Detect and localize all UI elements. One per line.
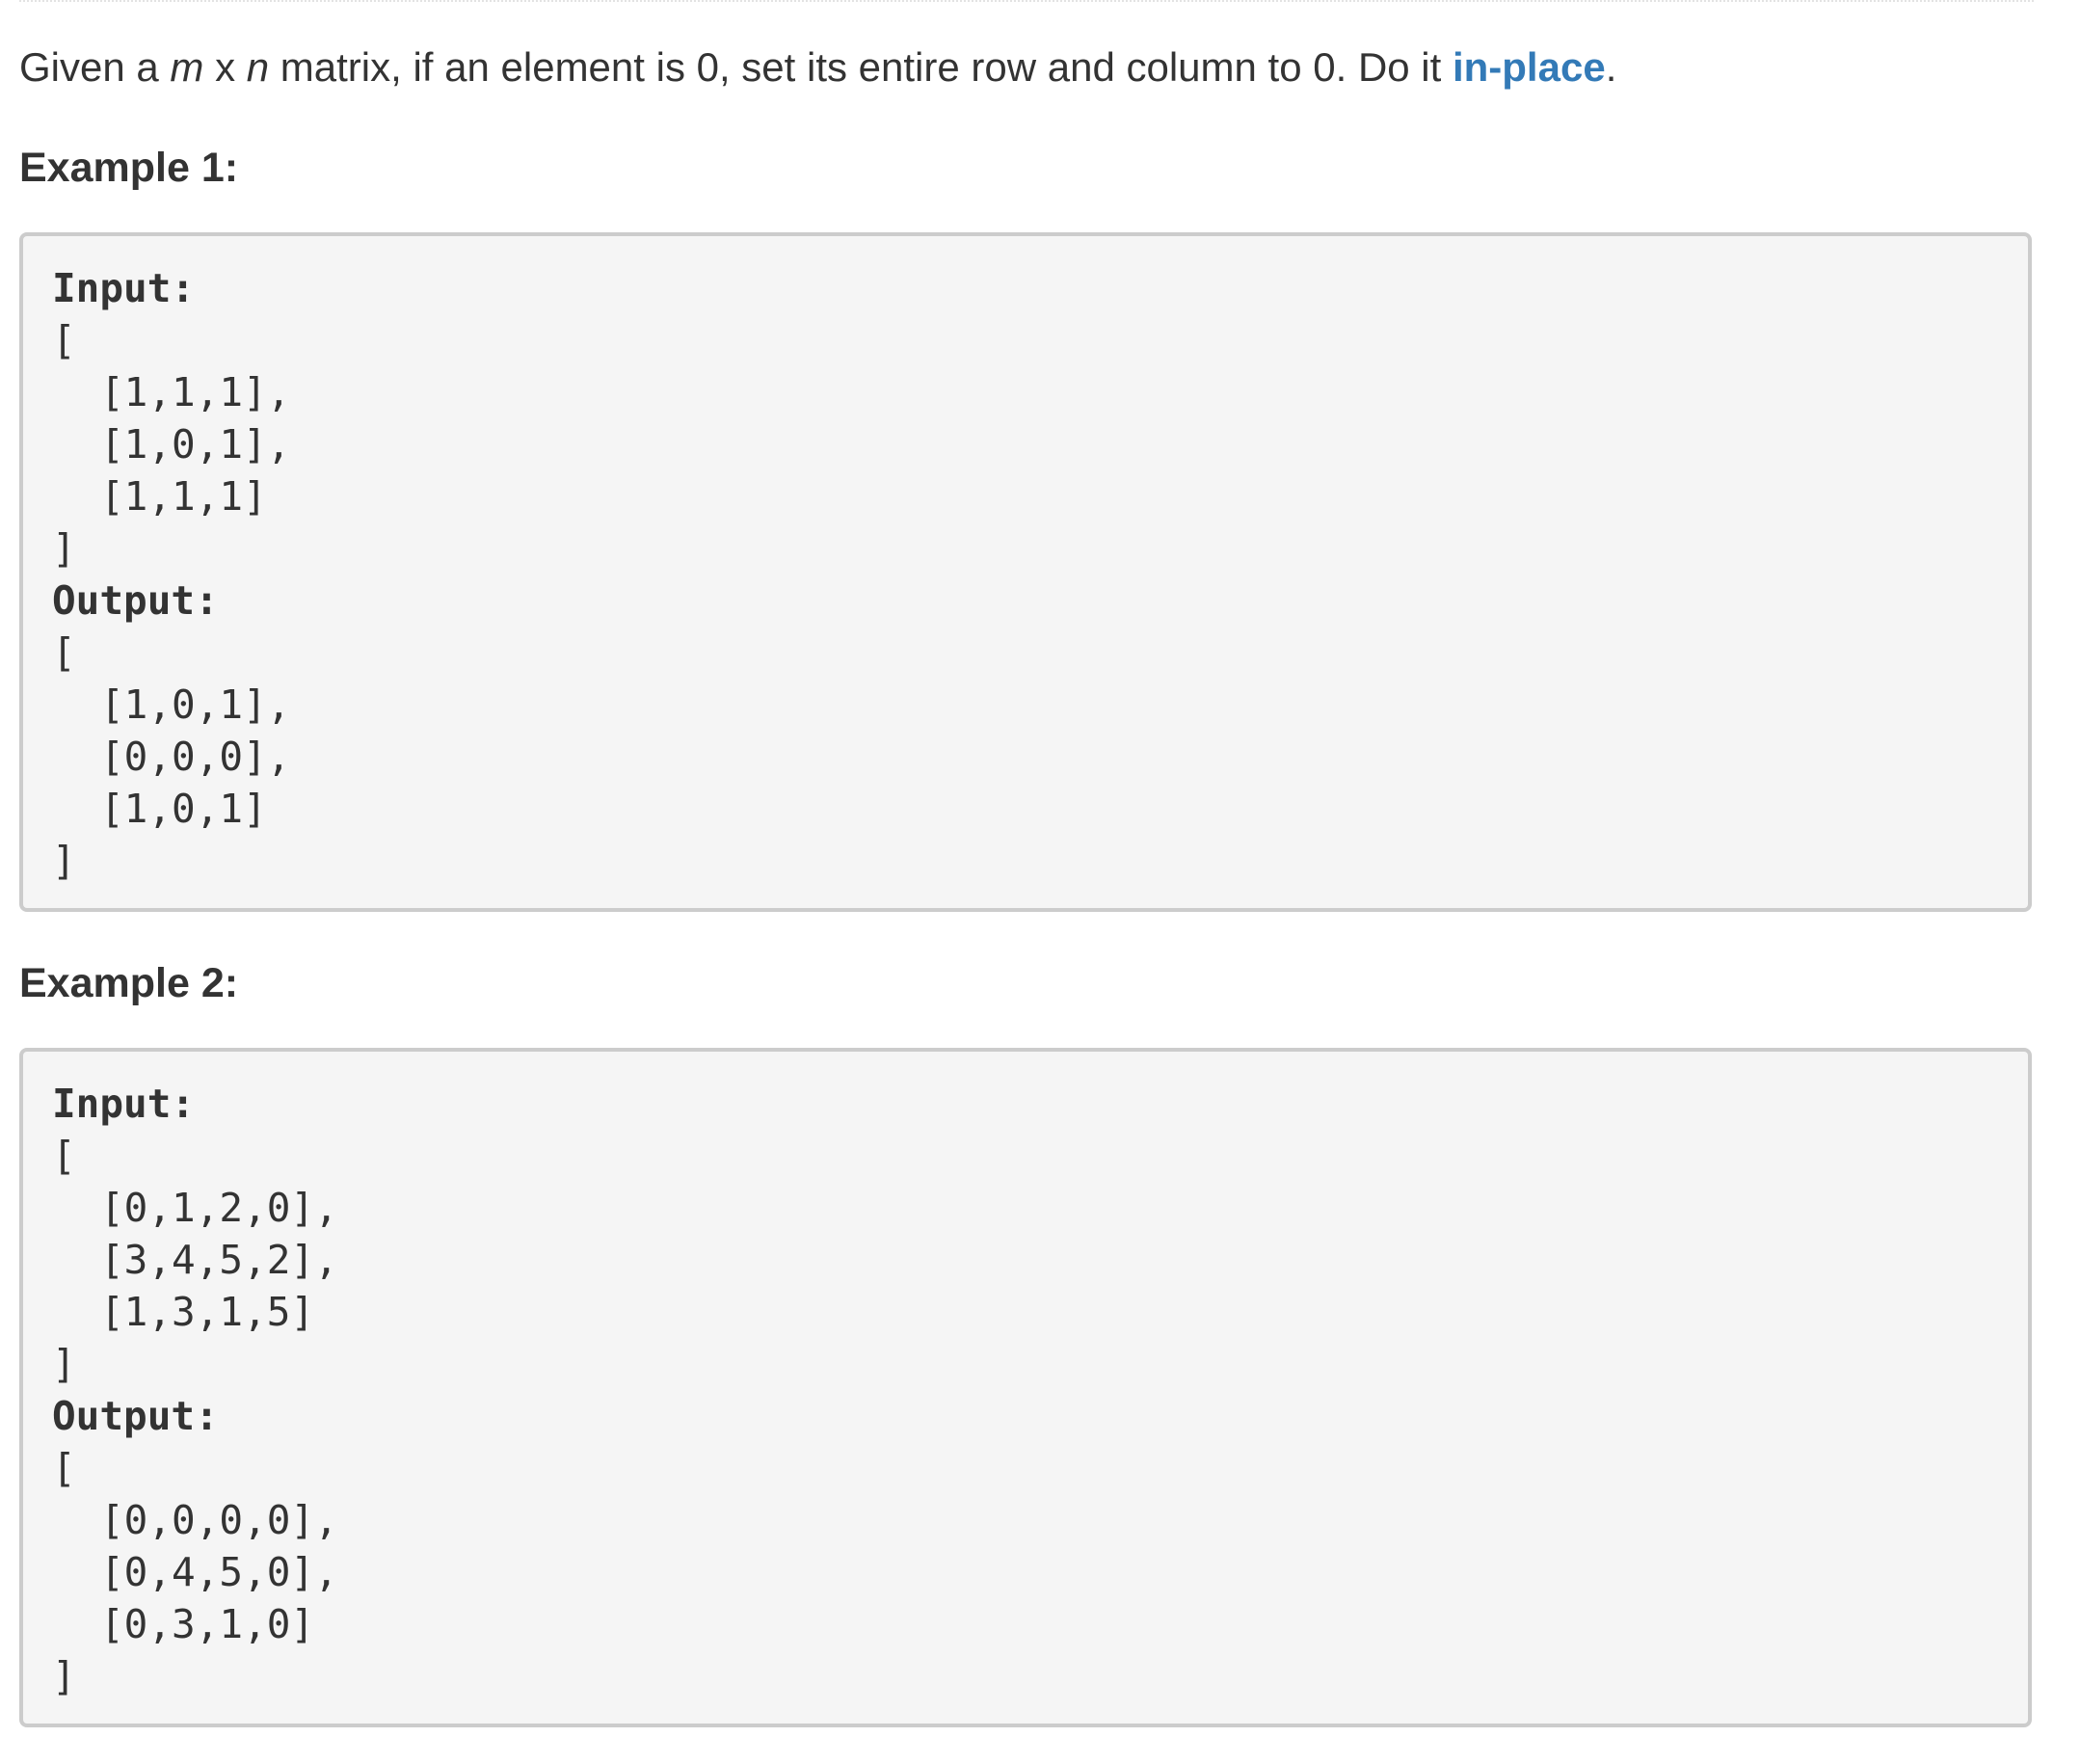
- in-place-link[interactable]: in-place: [1453, 44, 1606, 90]
- example-2-title: Example 2:: [19, 960, 239, 1006]
- description-text-x: x: [203, 44, 247, 90]
- description-text-start: Given a: [19, 44, 171, 90]
- problem-description: Given a m x n matrix, if an element is 0…: [19, 39, 1616, 96]
- matrix-row: [1,1,1],: [100, 369, 291, 415]
- matrix-row: [1,0,1],: [100, 421, 291, 468]
- matrix-row: [3,4,5,2],: [100, 1237, 338, 1283]
- close-bracket: ]: [52, 1653, 76, 1699]
- close-bracket: ]: [52, 525, 76, 572]
- matrix-row: [1,3,1,5]: [100, 1289, 315, 1335]
- close-bracket: ]: [52, 1341, 76, 1387]
- open-bracket: [: [52, 629, 76, 676]
- input-label: Input:: [52, 265, 196, 311]
- open-bracket: [: [52, 1133, 76, 1179]
- matrix-row: [1,1,1]: [100, 473, 267, 520]
- output-label: Output:: [52, 577, 219, 624]
- matrix-row: [0,4,5,0],: [100, 1549, 338, 1595]
- description-text-end: .: [1605, 44, 1617, 90]
- matrix-row: [0,0,0,0],: [100, 1497, 338, 1543]
- matrix-row: [0,1,2,0],: [100, 1185, 338, 1231]
- matrix-row: [1,0,1]: [100, 786, 267, 832]
- output-label: Output:: [52, 1393, 219, 1439]
- matrix-row: [0,0,0],: [100, 734, 291, 780]
- open-bracket: [: [52, 1445, 76, 1491]
- variable-m: m: [170, 44, 204, 90]
- example-2-code-block: Input: [ [0,1,2,0], [3,4,5,2], [1,3,1,5]…: [19, 1048, 2032, 1727]
- close-bracket: ]: [52, 838, 76, 884]
- example-1-code-block: Input: [ [1,1,1], [1,0,1], [1,1,1] ] Out…: [19, 232, 2032, 912]
- example-1-title: Example 1:: [19, 145, 239, 191]
- matrix-row: [0,3,1,0]: [100, 1601, 315, 1647]
- top-divider: [19, 0, 2034, 2]
- input-label: Input:: [52, 1081, 196, 1127]
- description-text-middle: matrix, if an element is 0, set its enti…: [269, 44, 1453, 90]
- variable-n: n: [246, 44, 270, 90]
- matrix-row: [1,0,1],: [100, 682, 291, 728]
- open-bracket: [: [52, 317, 76, 363]
